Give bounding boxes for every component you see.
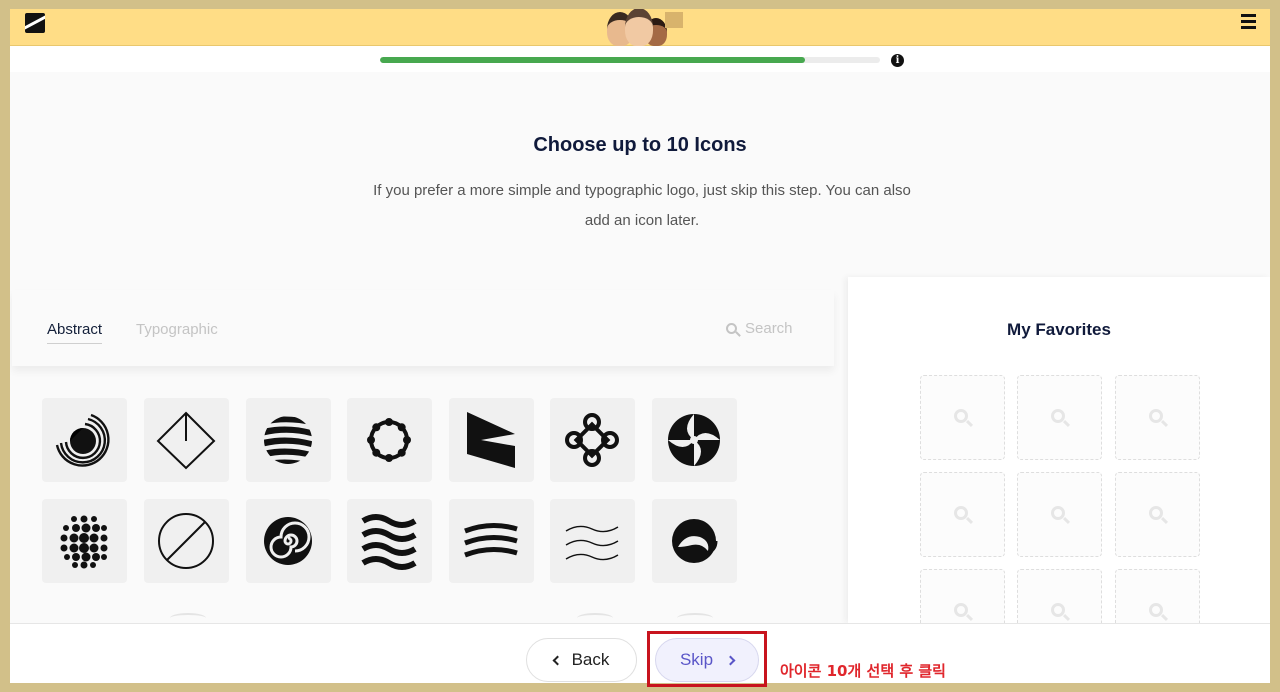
- favorites-panel: My Favorites: [848, 277, 1270, 654]
- chevron-right-icon: [725, 655, 736, 665]
- magnifier-icon: [1149, 409, 1163, 423]
- search-field[interactable]: Search: [726, 320, 793, 337]
- page-title: Choose up to 10 Icons: [533, 134, 747, 156]
- search-label: Search: [745, 320, 793, 337]
- frame-top: [0, 0, 1280, 9]
- thin-waves-icon[interactable]: [550, 499, 635, 583]
- split-circle-icon[interactable]: [144, 499, 229, 583]
- page-subtitle: If you prefer a more simple and typograp…: [373, 182, 911, 229]
- skip-button[interactable]: Skip: [655, 638, 759, 682]
- wave-circle-icon[interactable]: [652, 499, 737, 583]
- magnifier-icon: [1149, 506, 1163, 520]
- dot-sphere-icon[interactable]: [42, 499, 127, 583]
- back-label: Back: [571, 650, 610, 669]
- magnifier-icon: [954, 409, 968, 423]
- favorite-slot[interactable]: [1017, 375, 1102, 460]
- partial-icon-tile: [170, 613, 206, 623]
- striped-sphere-icon[interactable]: [246, 398, 331, 482]
- favorite-slot[interactable]: [920, 472, 1005, 557]
- magnifier-icon: [954, 603, 968, 617]
- magnifier-icon: [1051, 506, 1065, 520]
- magnifier-icon: [1149, 603, 1163, 617]
- magnifier-icon: [954, 506, 968, 520]
- frame-left: [0, 0, 10, 692]
- partial-icon-tile: [577, 613, 613, 623]
- annotation-text: 아이콘 10개 선택 후 클릭: [780, 662, 946, 680]
- avatar-group-icon: [605, 6, 685, 46]
- favorite-slot[interactable]: [1017, 472, 1102, 557]
- progress-bar: [380, 57, 880, 63]
- celtic-knot-icon[interactable]: [550, 398, 635, 482]
- avatar: [625, 8, 653, 46]
- brand-logo[interactable]: [25, 13, 45, 33]
- flag-triangle-icon[interactable]: [449, 398, 534, 482]
- thick-waves-icon[interactable]: [347, 499, 432, 583]
- swirl-blades-icon[interactable]: [652, 398, 737, 482]
- bead-ring-icon[interactable]: [347, 398, 432, 482]
- partial-icon-tile: [677, 613, 713, 623]
- skip-label: Skip: [679, 650, 714, 669]
- magnifier-icon: [1051, 603, 1065, 617]
- concentric-arcs-icon[interactable]: [42, 398, 127, 482]
- info-icon[interactable]: i: [891, 54, 904, 67]
- hamburger-menu-icon[interactable]: [1241, 14, 1256, 29]
- icon-browser: Abstract Typographic Search: [12, 290, 834, 623]
- tab-abstract[interactable]: Abstract: [47, 321, 103, 344]
- magnifier-icon: [1051, 409, 1065, 423]
- favorite-slot[interactable]: [1115, 375, 1200, 460]
- search-icon: [726, 323, 737, 334]
- tabs-bar: Abstract Typographic Search: [12, 290, 834, 366]
- frame-bottom: [0, 683, 1280, 692]
- three-waves-icon[interactable]: [449, 499, 534, 583]
- back-button[interactable]: Back: [526, 638, 637, 682]
- spiral-icon[interactable]: [246, 499, 331, 583]
- favorite-slot[interactable]: [920, 375, 1005, 460]
- chevron-left-icon: [552, 655, 563, 665]
- navigation-bar: Back Skip: [10, 623, 1270, 683]
- favorite-slot[interactable]: [1115, 472, 1200, 557]
- progress-fill: [380, 57, 805, 63]
- frame-right: [1270, 0, 1280, 692]
- diamond-line-icon[interactable]: [144, 398, 229, 482]
- tab-typographic[interactable]: Typographic: [136, 321, 218, 343]
- avatar-tag: [665, 12, 683, 28]
- favorites-title: My Favorites: [1007, 320, 1111, 339]
